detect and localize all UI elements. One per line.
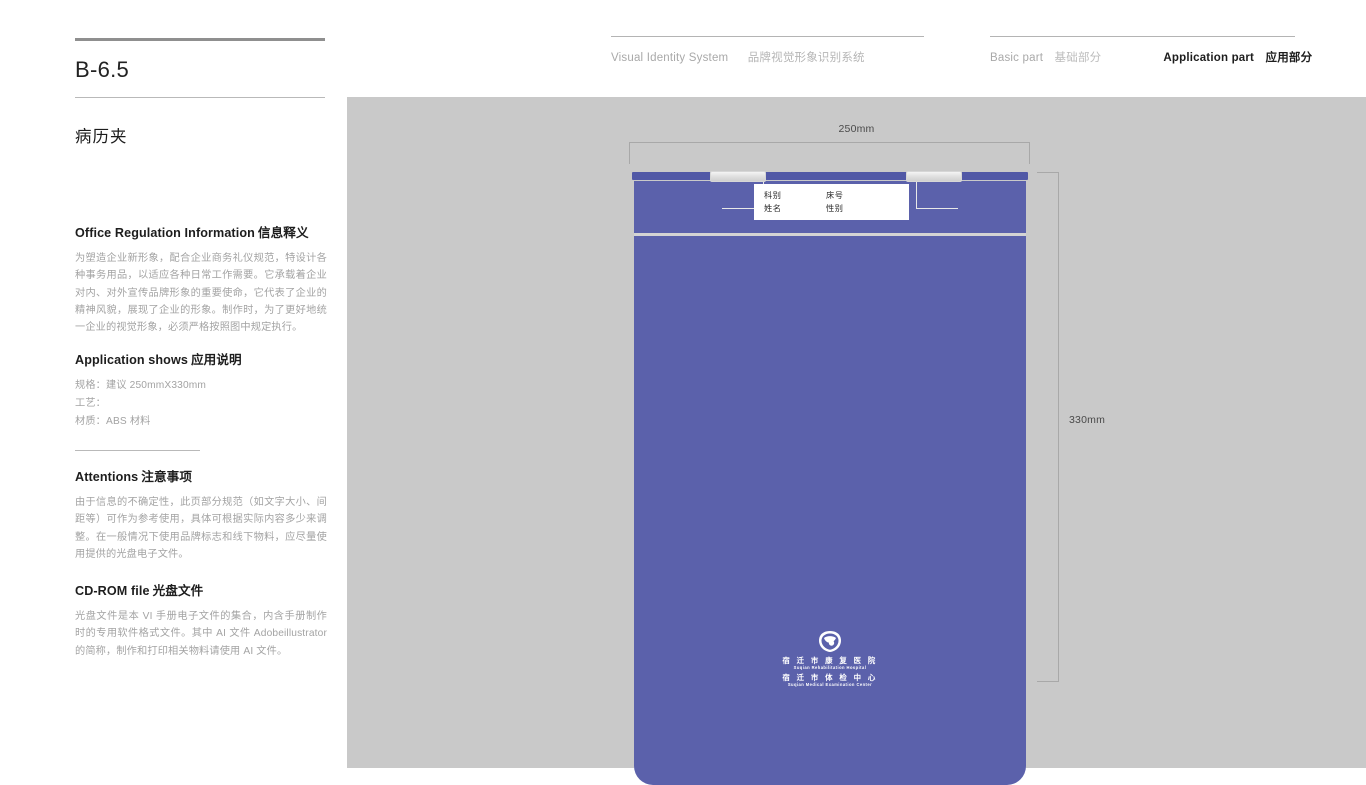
metal-clip-right [906, 171, 962, 182]
header-vis-cn: 品牌视觉形象识别系统 [747, 52, 865, 64]
dimension-height-bracket [1037, 172, 1059, 682]
info-row: 姓名 性别 [754, 203, 909, 216]
section-attentions-heading-en: Attentions [75, 470, 139, 484]
header-parts-line: Basic part 基础部分 Application part 应用部分 [990, 49, 1312, 65]
clipboard-spine-bar [632, 172, 1028, 180]
header-application-en: Application part [1163, 52, 1255, 64]
section-cdrom-body: 光盘文件是本 VI 手册电子文件的集合，内含手册制作时的专用软件格式文件。其中 … [75, 611, 327, 657]
section-office-body: 为塑造企业新形象，配合企业商务礼仪规范，特设计各种事务用品，以适应各种日常工作需… [75, 253, 327, 334]
section-application-heading-en: Application shows [75, 353, 188, 367]
header-visual-identity-line: Visual Identity System 品牌视觉形象识别系统 [611, 49, 924, 65]
info-field-bed-number: 床号 [826, 191, 844, 200]
hospital-heart-leaf-icon [819, 631, 841, 652]
clip-arm-right [916, 181, 958, 209]
clipboard-body-panel [634, 236, 1026, 785]
logo-english-line-2: Suqian Medical Examination Center [787, 681, 873, 687]
patient-info-label-card: 科别 床号 姓名 性别 [754, 184, 909, 220]
divider-section [75, 450, 200, 451]
dimension-width-label: 250mm [838, 123, 875, 135]
header-rule-right [990, 36, 1295, 37]
section-cdrom-heading-cn: 光盘文件 [152, 584, 204, 598]
left-info-column: B-6.5 病历夹 Office Regulation Information 信… [75, 38, 327, 657]
page-title: 病历夹 [75, 128, 128, 146]
header-application-cn: 应用部分 [1265, 52, 1313, 64]
divider-under-code [75, 97, 325, 98]
section-office-heading: Office Regulation Information 信息释义 [75, 222, 327, 241]
section-application-heading: Application shows 应用说明 [75, 349, 327, 368]
section-attentions-body: 由于信息的不确定性，此页部分规范（如文字大小、间距等）可作为参考使用，具体可根据… [75, 497, 327, 560]
header-basic-en: Basic part [990, 52, 1044, 64]
info-field-department: 科别 [764, 191, 782, 200]
section-office-regulation: Office Regulation Information 信息释义 为塑造企业新… [75, 222, 327, 336]
brand-logo-lockup: 宿 迁 市 康 复 医 院 Suqian Rehabilitation Hosp… [634, 630, 1026, 689]
header-visual-identity: Visual Identity System 品牌视觉形象识别系统 [611, 36, 924, 65]
logo-chinese-line-1: 宿 迁 市 康 复 医 院 [782, 656, 878, 665]
header-tab-application-part[interactable]: Application part 应用部分 [1163, 49, 1312, 65]
product-preview-stage: 250mm 330mm 科别 床号 姓名 性别 宿 迁 市 康 复 医 院 Su… [347, 97, 1366, 785]
info-field-name: 姓名 [764, 203, 782, 213]
header-basic-cn: 基础部分 [1054, 52, 1102, 64]
header-tab-basic-part[interactable]: Basic part 基础部分 [990, 49, 1101, 65]
metal-clip-left [710, 171, 766, 182]
logo-english-line-1: Suqian Rehabilitation Hospital [793, 665, 867, 670]
section-office-heading-en: Office Regulation Information [75, 226, 255, 240]
header-rule-left [611, 36, 924, 37]
section-application-heading-cn: 应用说明 [190, 353, 242, 367]
dimension-width-bracket [629, 142, 1030, 164]
section-office-heading-cn: 信息释义 [257, 226, 309, 240]
logo-chinese-line-2: 宿 迁 市 体 检 中 心 [782, 672, 878, 682]
clipboard-mockup: 科别 床号 姓名 性别 宿 迁 市 康 复 医 院 Suqian Rehabil… [632, 171, 1028, 785]
header-parts: Basic part 基础部分 Application part 应用部分 [990, 36, 1312, 65]
page-code: B-6.5 [75, 57, 130, 82]
divider-top-thick [75, 38, 325, 41]
spec-craft: 工艺： [75, 398, 107, 409]
section-cdrom-file: CD-ROM file 光盘文件 光盘文件是本 VI 手册电子文件的集合，内含手册… [75, 580, 327, 660]
spec-material: 材质：ABS 材料 [75, 416, 151, 427]
section-attentions-heading: Attentions 注意事项 [75, 466, 327, 485]
section-cdrom-heading: CD-ROM file 光盘文件 [75, 580, 327, 599]
section-attentions: Attentions 注意事项 由于信息的不确定性，此页部分规范（如文字大小、间距… [75, 466, 327, 563]
info-field-gender: 性别 [826, 203, 844, 213]
dimension-height-label: 330mm [1069, 414, 1106, 426]
spec-size: 规格：建议 250mmX330mm [75, 380, 207, 391]
section-cdrom-heading-en: CD-ROM file [75, 584, 150, 598]
info-row: 科别 床号 [754, 190, 909, 203]
header-vis-en: Visual Identity System [611, 52, 729, 64]
section-attentions-heading-cn: 注意事项 [141, 470, 193, 484]
section-application-shows: Application shows 应用说明 规格：建议 250mmX330mm … [75, 349, 327, 451]
